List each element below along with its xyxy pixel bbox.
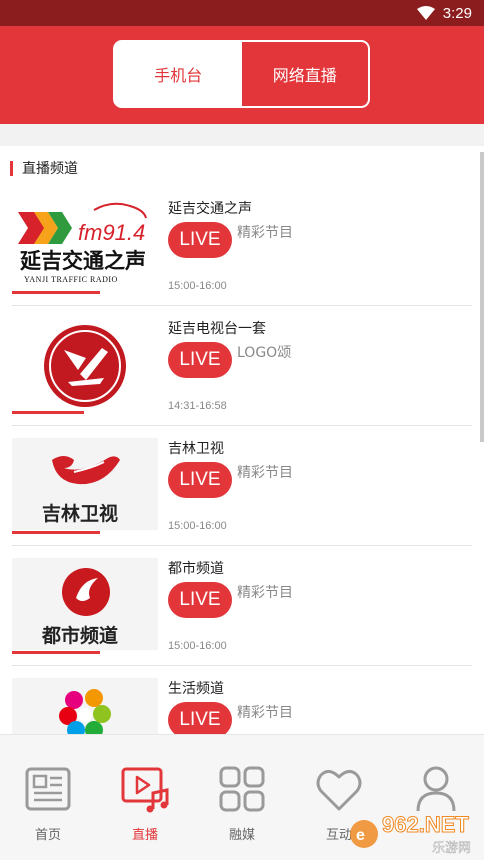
channel-name: 吉林卫视 bbox=[168, 441, 224, 457]
program-name: 精彩节目 bbox=[237, 225, 293, 241]
watermark-logo: e 962.NET 乐游网 bbox=[350, 812, 471, 856]
channel-list[interactable]: 直播频道 fm91.4 延吉交通之声 YANJI TRAFFIC RADIO 延… bbox=[0, 146, 484, 734]
tab-home[interactable]: 首页 bbox=[0, 735, 96, 861]
svg-text:e: e bbox=[356, 827, 365, 844]
live-button[interactable]: LIVE bbox=[168, 222, 232, 258]
status-time: 3:29 bbox=[442, 4, 472, 22]
tab-media[interactable]: 融媒 bbox=[194, 735, 290, 861]
scrollbar[interactable] bbox=[480, 152, 484, 442]
segmented-control: 手机台 网络直播 bbox=[113, 40, 370, 108]
program-time: 15:00-16:00 bbox=[168, 640, 227, 652]
tab-phone-station[interactable]: 手机台 bbox=[115, 42, 242, 106]
progress-bar bbox=[12, 291, 100, 294]
section-accent-bar bbox=[10, 160, 13, 176]
channel-logo: 都市频道 bbox=[12, 558, 158, 650]
header-gap bbox=[0, 124, 484, 146]
status-bar: 3:29 bbox=[0, 0, 484, 26]
grid-icon bbox=[219, 766, 265, 812]
logo-sub-text: YANJI TRAFFIC RADIO bbox=[24, 275, 118, 284]
live-button[interactable]: LIVE bbox=[168, 342, 232, 378]
logo-name-text: 都市频道 bbox=[41, 624, 118, 647]
live-button[interactable]: LIVE bbox=[168, 462, 232, 498]
channel-row[interactable]: 延吉电视台一套 LIVE LOGO颂 14:31-16:58 bbox=[12, 306, 472, 426]
jilin-tv-logo: 吉林卫视 bbox=[42, 456, 120, 525]
tab-live[interactable]: 直播 bbox=[97, 735, 193, 861]
tab-label: 直播 bbox=[131, 828, 158, 843]
channel-name: 生活频道 bbox=[168, 681, 224, 697]
live-button[interactable]: LIVE bbox=[168, 702, 232, 734]
channel-name: 都市频道 bbox=[168, 561, 224, 577]
logo-fm-text: fm91.4 bbox=[78, 220, 145, 245]
program-name: 精彩节目 bbox=[237, 705, 293, 721]
progress-bar bbox=[12, 651, 100, 654]
yanji-tv-logo bbox=[44, 325, 126, 407]
program-time: 14:31-16:58 bbox=[168, 400, 227, 412]
program-time: 15:00-16:00 bbox=[168, 280, 227, 292]
play-music-icon bbox=[121, 767, 169, 813]
logo-name-text: 吉林卫视 bbox=[42, 502, 118, 525]
channel-logo bbox=[12, 678, 158, 734]
channel-row[interactable]: 都市频道 都市频道 LIVE 精彩节目 15:00-16:00 bbox=[12, 546, 472, 666]
section-title: 直播频道 bbox=[22, 161, 78, 177]
watermark-text: 962.NET bbox=[382, 812, 469, 837]
program-name: LOGO颂 bbox=[237, 345, 292, 361]
heart-icon bbox=[316, 770, 362, 811]
header: 手机台 网络直播 bbox=[0, 26, 484, 124]
channel-logo bbox=[12, 318, 158, 410]
tab-label: 融媒 bbox=[228, 828, 255, 843]
dushi-channel-logo: 都市频道 bbox=[41, 568, 118, 647]
wifi-icon bbox=[416, 6, 435, 20]
tab-network-live[interactable]: 网络直播 bbox=[241, 42, 368, 106]
news-icon bbox=[25, 767, 71, 811]
user-icon bbox=[416, 766, 456, 812]
logo-name-text: 延吉交通之声 bbox=[19, 249, 146, 273]
channel-name: 延吉交通之声 bbox=[168, 201, 252, 217]
channel-logo: fm91.4 延吉交通之声 YANJI TRAFFIC RADIO bbox=[12, 198, 158, 290]
watermark: e 962.NET 乐游网 bbox=[348, 808, 478, 856]
progress-bar bbox=[12, 411, 84, 414]
program-time: 15:00-16:00 bbox=[168, 520, 227, 532]
flower-logo bbox=[59, 689, 111, 734]
live-button[interactable]: LIVE bbox=[168, 582, 232, 618]
tab-label: 首页 bbox=[34, 828, 61, 843]
program-name: 精彩节目 bbox=[237, 585, 293, 601]
channel-name: 延吉电视台一套 bbox=[168, 321, 266, 337]
watermark-sub: 乐游网 bbox=[432, 841, 471, 856]
channel-logo: 吉林卫视 bbox=[12, 438, 158, 530]
channel-row[interactable]: 吉林卫视 吉林卫视 LIVE 精彩节目 15:00-16:00 bbox=[12, 426, 472, 546]
yanji-traffic-radio-logo: fm91.4 延吉交通之声 YANJI TRAFFIC RADIO bbox=[18, 202, 147, 284]
progress-bar bbox=[12, 531, 100, 534]
program-name: 精彩节目 bbox=[237, 465, 293, 481]
channel-row[interactable]: fm91.4 延吉交通之声 YANJI TRAFFIC RADIO 延吉交通之声… bbox=[12, 186, 472, 306]
section-header: 直播频道 bbox=[10, 158, 78, 178]
channel-row[interactable]: 生活频道 LIVE 精彩节目 bbox=[12, 666, 472, 734]
